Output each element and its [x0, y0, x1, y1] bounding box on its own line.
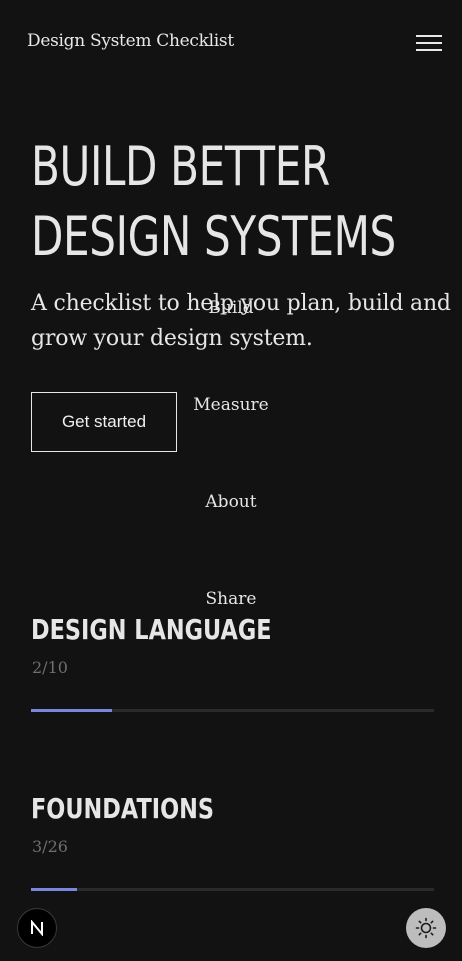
nav-link-measure[interactable]: Measure [0, 395, 462, 415]
menu-button[interactable] [414, 33, 444, 53]
progress-fill [31, 888, 78, 891]
site-title[interactable]: Design System Checklist [27, 31, 234, 51]
nextjs-logo-icon [31, 920, 43, 936]
progress-bar-foundations [31, 888, 434, 891]
hero-title-line-2: DESIGN SYSTEMS [31, 205, 396, 268]
sun-icon [415, 917, 437, 939]
nextjs-badge-button[interactable] [17, 908, 57, 948]
hero-subtitle: A checklist to help you plan, build and … [31, 291, 451, 351]
theme-toggle-button[interactable] [406, 908, 446, 948]
hero-title-line-1: BUILD BETTER [31, 135, 330, 198]
section-title-foundations[interactable]: FOUNDATIONS [31, 793, 214, 825]
hero-title: BUILD BETTER DESIGN SYSTEMS [31, 132, 396, 272]
section-count-design-language: 2/10 [32, 658, 68, 677]
section-title-design-language[interactable]: DESIGN LANGUAGE [31, 614, 272, 646]
progress-bar-design-language [31, 709, 434, 712]
section-count-foundations: 3/26 [32, 837, 68, 856]
nav-link-about[interactable]: About [0, 492, 462, 512]
nav-link-build[interactable]: Build [0, 298, 462, 318]
progress-fill [31, 709, 112, 712]
nav-link-share[interactable]: Share [0, 589, 462, 609]
